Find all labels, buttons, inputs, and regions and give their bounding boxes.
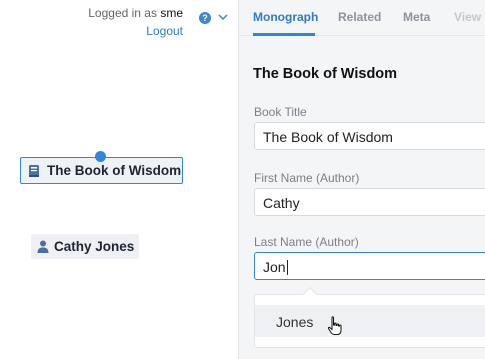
person-node-label: Cathy Jones: [54, 239, 135, 254]
last-name-field[interactable]: Jon: [254, 252, 485, 280]
person-node[interactable]: Cathy Jones: [31, 234, 139, 259]
tab-related[interactable]: Related: [338, 10, 381, 24]
book-title-label: Book Title: [254, 105, 307, 119]
first-name-value: Cathy: [263, 195, 300, 211]
logout-link[interactable]: Logout: [146, 24, 183, 38]
autocomplete-option[interactable]: Jones: [255, 305, 485, 337]
connection-handle[interactable]: [95, 151, 106, 162]
login-status: Logged in as sme: [88, 6, 183, 20]
graph-canvas[interactable]: Logged in as sme Logout ? The Book of Wi…: [0, 0, 238, 359]
active-tab-indicator: [253, 33, 315, 36]
book-title-field[interactable]: The Book of Wisdom: [254, 122, 485, 150]
last-name-value: Jon: [263, 259, 286, 275]
person-icon: [37, 240, 49, 253]
details-panel: Monograph Related Meta View The Book of …: [238, 0, 485, 359]
first-name-label: First Name (Author): [254, 171, 360, 185]
dropdown-pointer: [302, 286, 318, 302]
panel-tabs: Monograph Related Meta View: [239, 0, 485, 36]
tab-monograph[interactable]: Monograph: [253, 10, 318, 24]
tab-meta[interactable]: Meta: [403, 10, 430, 24]
panel-title: The Book of Wisdom: [253, 66, 398, 82]
logged-in-prefix: Logged in as: [88, 6, 157, 20]
book-icon: [29, 164, 39, 177]
text-caret: [286, 260, 288, 275]
last-name-label: Last Name (Author): [254, 235, 359, 249]
chevron-down-icon[interactable]: [217, 11, 229, 23]
tab-view[interactable]: View: [454, 10, 481, 24]
username: sme: [160, 6, 183, 20]
book-title-value: The Book of Wisdom: [263, 129, 393, 145]
autocomplete-dropdown: Jones: [254, 286, 485, 348]
question-circle-icon[interactable]: ?: [199, 12, 211, 24]
hand-pointer-icon: [327, 316, 342, 335]
book-node-label: The Book of Wisdom: [47, 163, 182, 178]
first-name-field[interactable]: Cathy: [254, 188, 485, 216]
